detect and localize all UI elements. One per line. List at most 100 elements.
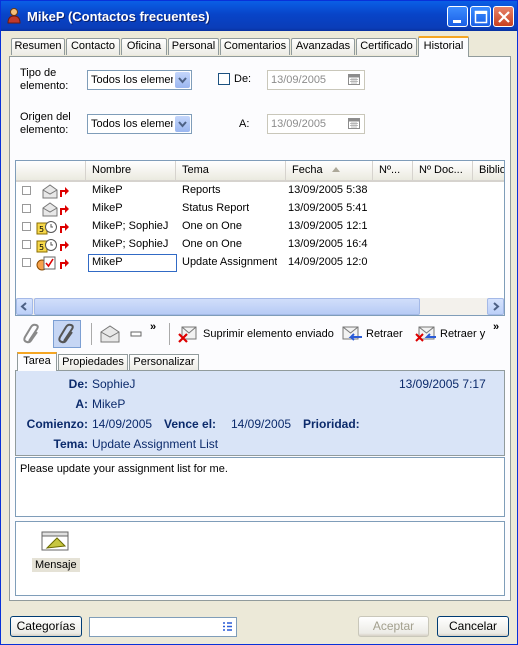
origen-select[interactable]: Todos los elementos [87, 114, 192, 134]
sent-arrow-icon [60, 223, 69, 233]
attachment-label[interactable]: Mensaje [32, 558, 80, 572]
attachment-active-icon [58, 323, 74, 344]
column-icons[interactable] [16, 161, 86, 180]
row-name-selected[interactable]: MikeP [88, 254, 177, 272]
categorias-button[interactable]: Categorías [10, 616, 82, 637]
row-checkbox[interactable] [22, 204, 31, 213]
tab-historial[interactable]: Historial [418, 36, 469, 57]
sent-arrow-icon [60, 205, 69, 215]
close-icon [498, 11, 510, 23]
table-row[interactable]: MikeP Reports 13/09/2005 5:38 [16, 182, 504, 200]
window-title: MikeP (Contactos frecuentes) [27, 9, 210, 24]
tab-tarea[interactable]: Tarea [17, 352, 57, 371]
row-checkbox[interactable] [22, 240, 31, 249]
tipo-select-value: Todos los elementos [91, 74, 173, 86]
row-subject: One on One [182, 238, 242, 250]
origen-select-value: Todos los elementos [91, 118, 173, 130]
sort-ascending-icon [331, 167, 340, 172]
cancelar-button[interactable]: Cancelar [437, 616, 509, 637]
contact-icon [7, 8, 21, 24]
table-row[interactable]: MikeP Status Report 13/09/2005 5:41 [16, 200, 504, 218]
detail-tabs: Tarea Propiedades Personalizar [15, 352, 505, 372]
vence-value: 14/09/2005 [231, 417, 292, 431]
horizontal-scrollbar[interactable] [16, 298, 504, 315]
a-field-value: MikeP [92, 397, 126, 411]
message-attachment-icon[interactable] [41, 528, 71, 554]
tipo-select[interactable]: Todos los elementos [87, 70, 192, 90]
calendar-icon[interactable] [348, 74, 360, 85]
row-subject: Status Report [182, 202, 250, 214]
close-button[interactable] [493, 6, 514, 27]
tipo-label-line1: Tipo de [20, 67, 57, 79]
toolbar-more-left[interactable]: » [150, 321, 156, 333]
maximize-button[interactable] [470, 6, 491, 27]
tema-label: Tema: [53, 437, 88, 451]
attachment-icon[interactable] [21, 323, 45, 345]
aceptar-button[interactable]: Aceptar [358, 616, 429, 637]
tab-oficina[interactable]: Oficina [121, 38, 167, 55]
column-num-doc[interactable]: Nº Doc... [413, 161, 473, 180]
retraer-button[interactable]: Retraer [366, 328, 403, 340]
column-nombre[interactable]: Nombre [86, 161, 176, 180]
row-checkbox[interactable] [22, 258, 31, 267]
table-row[interactable]: MikeP Update Assignment 14/09/2005 12:0 [16, 254, 504, 272]
column-fecha[interactable]: Fecha [286, 161, 373, 180]
chevron-down-icon[interactable] [175, 72, 190, 88]
a-date-field[interactable]: 13/09/2005 [267, 114, 365, 134]
table-row[interactable]: 5 MikeP; SophieJ One on One 13/09/2005 1… [16, 236, 504, 254]
retract-resend-icon [415, 326, 436, 342]
de-date-field[interactable]: 13/09/2005 [267, 70, 365, 90]
row-name: MikeP; SophieJ [92, 220, 169, 232]
row-date: 13/09/2005 5:41 [288, 202, 368, 214]
task-icon [36, 256, 56, 271]
chevron-down-icon[interactable] [175, 116, 190, 132]
sent-date: 13/09/2005 7:17 [399, 377, 486, 391]
title-bar[interactable]: MikeP (Contactos frecuentes) [1, 1, 517, 31]
row-checkbox[interactable] [22, 222, 31, 231]
scroll-right-button[interactable] [487, 298, 504, 315]
retraer-y-button[interactable]: Retraer y [440, 328, 485, 340]
vence-label: Vence el: [164, 417, 217, 431]
suprimir-button[interactable]: Suprimir elemento enviado [203, 328, 334, 340]
column-tema[interactable]: Tema [176, 161, 286, 180]
a-field-label: A: [75, 397, 88, 411]
de-label: De: [234, 73, 252, 85]
tab-personal[interactable]: Personal [168, 38, 219, 55]
tab-certificado[interactable]: Certificado [356, 38, 417, 55]
attachment-view-button[interactable] [53, 320, 81, 348]
minimize-button[interactable] [447, 6, 468, 27]
tema-value: Update Assignment List [92, 437, 219, 451]
list-icon[interactable] [222, 621, 233, 632]
row-checkbox[interactable] [22, 186, 31, 195]
mail-icon [42, 184, 58, 199]
appointment-icon: 5 [36, 221, 57, 235]
history-list[interactable]: Nombre Tema Fecha Nº... Nº Doc... Biblio… [15, 160, 505, 316]
tab-comentarios[interactable]: Comentarios [220, 38, 290, 55]
sent-arrow-icon [60, 241, 69, 251]
scroll-left-button[interactable] [16, 298, 33, 315]
table-row[interactable]: 5 MikeP; SophieJ One on One 13/09/2005 1… [16, 218, 504, 236]
tab-propiedades[interactable]: Propiedades [58, 354, 128, 370]
de-checkbox[interactable] [218, 73, 230, 85]
row-name: MikeP [92, 184, 123, 196]
task-header-pane: De: SophieJ 13/09/2005 7:17 A: MikeP Com… [15, 370, 505, 456]
categories-field[interactable] [89, 617, 237, 637]
column-numero[interactable]: Nº... [373, 161, 413, 180]
tab-resumen[interactable]: Resumen [11, 38, 65, 55]
calendar-icon[interactable] [348, 118, 360, 129]
message-body[interactable]: Please update your assignment list for m… [15, 457, 505, 517]
svg-text:5: 5 [39, 225, 44, 234]
column-biblioteca[interactable]: Bibliot [473, 161, 504, 180]
tab-contacto[interactable]: Contacto [66, 38, 120, 55]
row-subject: One on One [182, 220, 242, 232]
tab-avanzadas[interactable]: Avanzadas [291, 38, 355, 55]
svg-text:5: 5 [39, 243, 44, 252]
row-date: 13/09/2005 12:1 [288, 220, 368, 232]
toolbar-more-right[interactable]: » [493, 321, 499, 333]
sent-arrow-icon [60, 259, 69, 269]
appointment-icon: 5 [36, 239, 57, 253]
compose-mail-icon[interactable] [99, 324, 121, 344]
prioridad-label: Prioridad: [303, 417, 360, 431]
scroll-thumb[interactable] [34, 298, 420, 315]
tab-personalizar[interactable]: Personalizar [129, 354, 199, 370]
